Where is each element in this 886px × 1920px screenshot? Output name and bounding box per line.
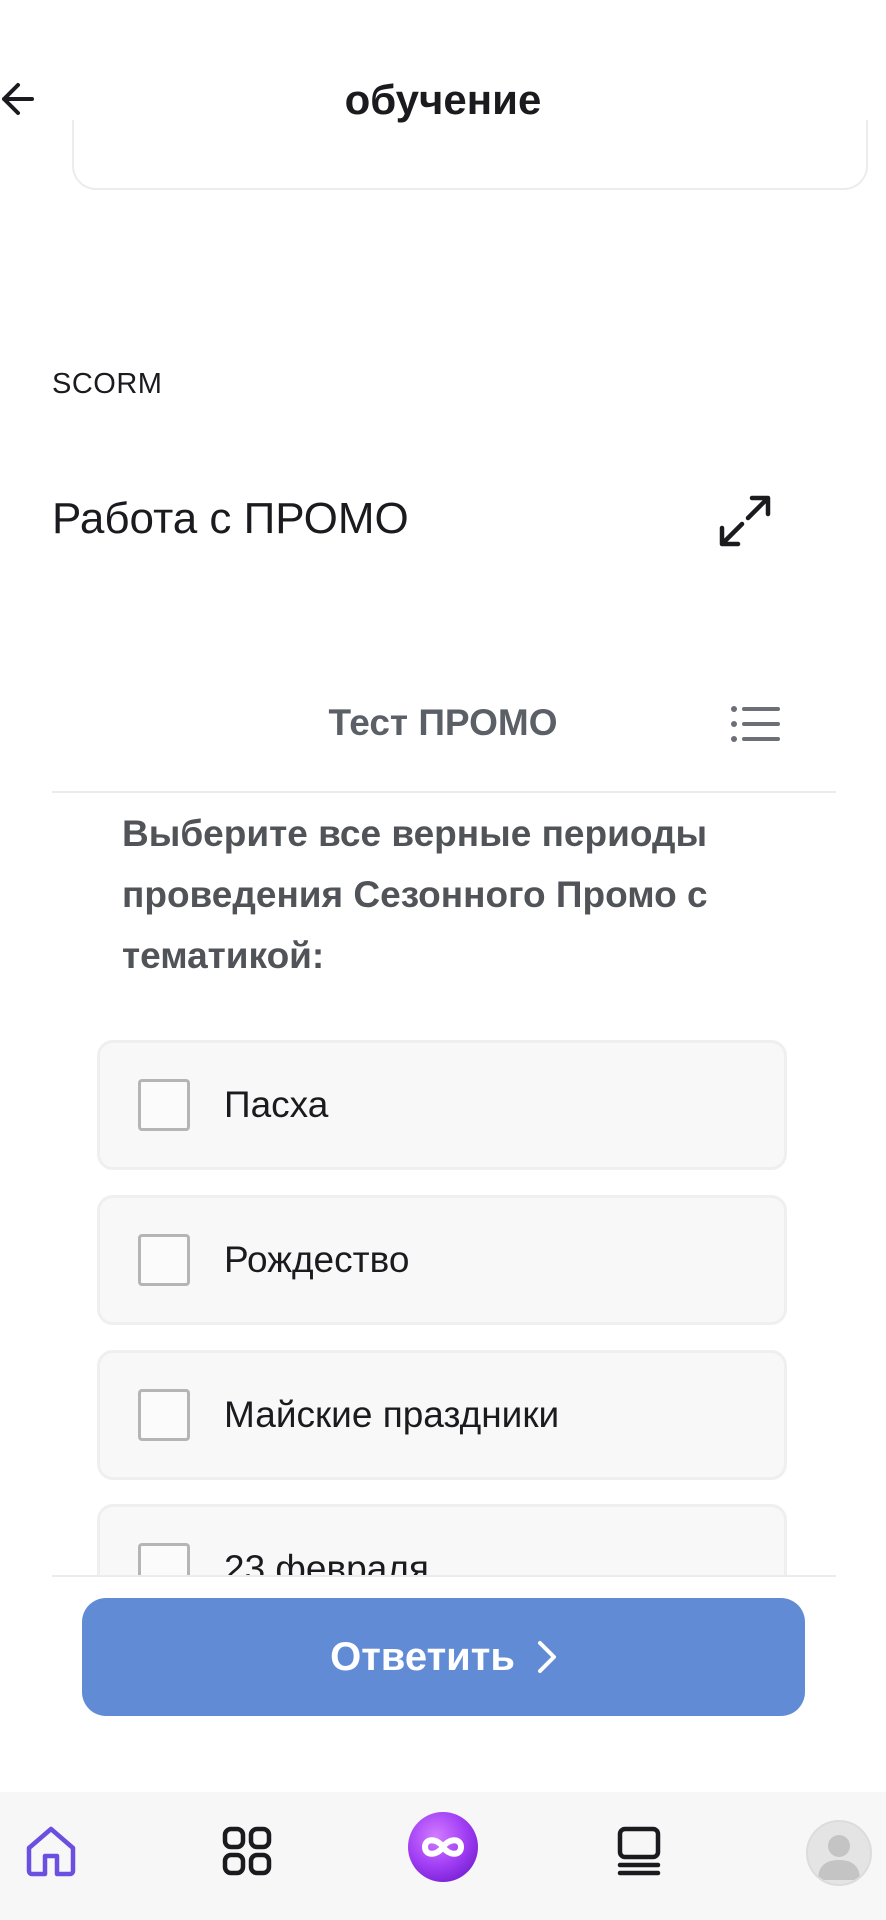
question-scroll-area[interactable]: Выберите все верные периоды проведения С… xyxy=(52,793,836,1575)
option-label: 23 февраля xyxy=(224,1548,429,1575)
grid-icon xyxy=(221,1825,273,1882)
answer-option[interactable]: Майские праздники xyxy=(97,1350,787,1480)
nav-center[interactable] xyxy=(406,1810,480,1889)
bottom-navigation xyxy=(0,1792,886,1920)
nav-home[interactable] xyxy=(20,1822,82,1884)
page-title: обучение xyxy=(344,76,542,123)
previous-card-edge xyxy=(72,120,868,190)
nav-courses[interactable] xyxy=(608,1822,670,1884)
divider xyxy=(52,1575,836,1577)
option-label: Рождество xyxy=(224,1239,410,1280)
checkbox[interactable] xyxy=(138,1079,190,1131)
answer-button-label: Ответить xyxy=(330,1634,515,1679)
checkbox[interactable] xyxy=(138,1234,190,1286)
nav-catalog[interactable] xyxy=(216,1822,278,1884)
answer-option[interactable]: Рождество xyxy=(97,1195,787,1325)
fullscreen-button[interactable] xyxy=(716,492,774,550)
expand-icon xyxy=(716,495,774,554)
answer-option[interactable]: Пасха xyxy=(97,1040,787,1170)
home-icon xyxy=(24,1824,78,1883)
answer-option[interactable]: 23 февраля xyxy=(97,1504,787,1575)
option-label: Пасха xyxy=(224,1084,329,1125)
module-type-label: SCORM xyxy=(52,368,163,400)
question-text: Выберите все верные периоды проведения С… xyxy=(122,813,708,976)
option-label: Майские праздники xyxy=(224,1394,560,1435)
infinity-icon xyxy=(406,1810,480,1889)
checkbox[interactable] xyxy=(138,1389,190,1441)
answer-button[interactable]: Ответить xyxy=(82,1598,805,1716)
checkbox[interactable] xyxy=(138,1543,190,1575)
book-stack-icon xyxy=(614,1825,664,1882)
list-icon xyxy=(730,706,782,748)
avatar-icon xyxy=(806,1820,872,1886)
chevron-right-icon xyxy=(537,1640,557,1674)
nav-profile[interactable] xyxy=(806,1820,872,1886)
questions-list-button[interactable] xyxy=(730,704,782,744)
module-title: Работа с ПРОМО xyxy=(52,494,409,543)
